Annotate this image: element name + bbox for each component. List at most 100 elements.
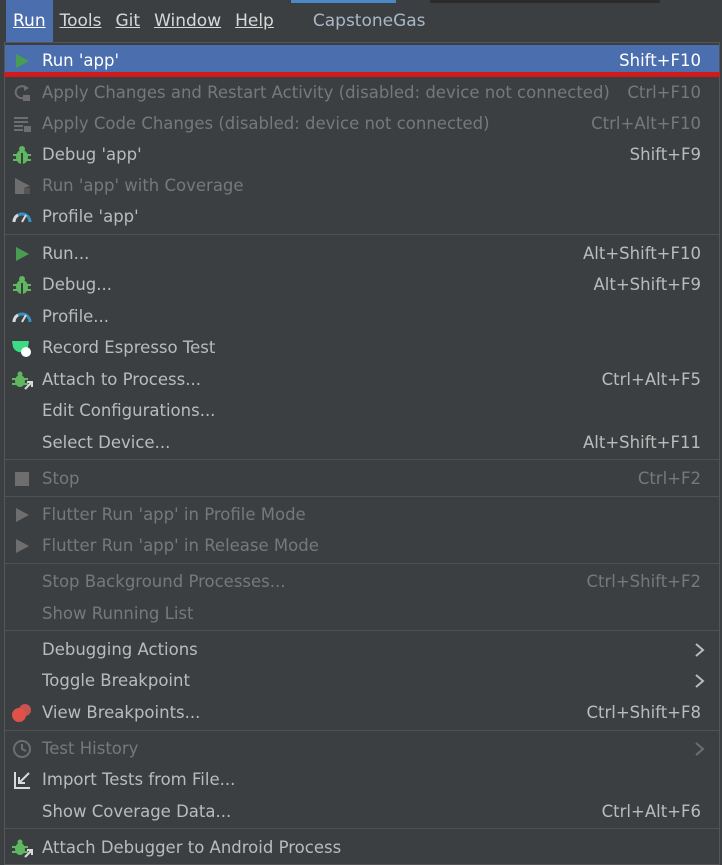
- import-tests-icon: [11, 769, 33, 791]
- menu-item-attach-to-process[interactable]: Attach to Process... Ctrl+Alt+F5: [5, 364, 719, 395]
- menu-item-label: Profile 'app': [42, 207, 139, 226]
- menu-help[interactable]: Help: [228, 0, 281, 42]
- menu-item-label: Run 'app': [42, 51, 120, 70]
- menu-item-label: Show Running List: [42, 604, 194, 623]
- chevron-right-icon: [693, 671, 707, 691]
- menu-item-profile-ellipsis[interactable]: Profile...: [5, 301, 719, 332]
- menu-item-label: Run...: [42, 244, 90, 263]
- chevron-right-icon: [693, 640, 707, 660]
- menu-item-test-history[interactable]: Test History: [5, 733, 719, 764]
- menu-item-stop-background-processes[interactable]: Stop Background Processes... Ctrl+Shift+…: [5, 566, 719, 597]
- menu-item-import-tests[interactable]: Import Tests from File...: [5, 764, 719, 795]
- menu-item-show-running-list[interactable]: Show Running List: [5, 598, 719, 629]
- menu-bar: Run Tools Git Window Help CapstoneGas: [0, 0, 722, 42]
- menu-item-label: Stop: [42, 469, 80, 488]
- menu-tools[interactable]: Tools: [53, 0, 109, 42]
- menu-item-apply-code-changes[interactable]: Apply Code Changes (disabled: device not…: [5, 108, 719, 139]
- menu-item-label: Import Tests from File...: [42, 770, 236, 789]
- run-dropdown-menu: Run 'app' Shift+F10 Apply Changes and Re…: [4, 42, 720, 865]
- attach-debugger-icon: [11, 837, 33, 859]
- menu-item-show-coverage-data[interactable]: Show Coverage Data... Ctrl+Alt+F6: [5, 796, 719, 827]
- separator: [5, 563, 719, 564]
- coverage-icon: [11, 175, 33, 197]
- shortcut: Shift+F9: [629, 145, 701, 164]
- menu-item-debug-app[interactable]: Debug 'app' Shift+F9: [5, 139, 719, 170]
- project-name: CapstoneGas: [290, 0, 448, 42]
- annotation-underline: [4, 72, 720, 77]
- menu-item-debug-ellipsis[interactable]: Debug... Alt+Shift+F9: [5, 269, 719, 300]
- title-strip: [430, 0, 660, 3]
- shortcut: Ctrl+F10: [627, 83, 701, 102]
- menu-item-view-breakpoints[interactable]: View Breakpoints... Ctrl+Shift+F8: [5, 697, 719, 728]
- menu-window-label: Window: [154, 11, 222, 31]
- menu-item-flutter-run-release[interactable]: Flutter Run 'app' in Release Mode: [5, 530, 719, 561]
- breakpoints-icon: [11, 702, 33, 724]
- menu-item-label: Debug 'app': [42, 145, 142, 164]
- shortcut: Alt+Shift+F10: [583, 244, 701, 263]
- menu-item-label: Attach to Process...: [42, 370, 201, 389]
- menu-item-select-device[interactable]: Select Device... Alt+Shift+F11: [5, 427, 719, 458]
- menu-window[interactable]: Window: [147, 0, 228, 42]
- menu-item-label: Debugging Actions: [42, 640, 198, 659]
- menu-git-label: Git: [115, 11, 141, 31]
- run-icon: [11, 50, 33, 72]
- menu-item-label: Edit Configurations...: [42, 401, 216, 420]
- separator: [5, 234, 719, 235]
- shortcut: Ctrl+Shift+F2: [586, 572, 701, 591]
- menu-item-profile-app[interactable]: Profile 'app': [5, 201, 719, 232]
- menu-run[interactable]: Run: [6, 0, 53, 42]
- debug-icon: [11, 274, 33, 296]
- stop-icon: [11, 468, 33, 490]
- menu-git[interactable]: Git: [109, 0, 148, 42]
- menu-run-label: Run: [13, 11, 46, 31]
- menu-item-label: Run 'app' with Coverage: [42, 176, 244, 195]
- shortcut: Alt+Shift+F9: [593, 275, 701, 294]
- chevron-right-icon: [693, 739, 707, 759]
- profile-icon: [11, 206, 33, 228]
- menu-item-label: Attach Debugger to Android Process: [42, 838, 342, 857]
- shortcut: Shift+F10: [619, 51, 701, 70]
- menu-item-debugging-actions[interactable]: Debugging Actions: [5, 634, 719, 665]
- apply-changes-icon: [11, 82, 33, 104]
- run-icon: [11, 243, 33, 265]
- menu-item-label: Select Device...: [42, 433, 171, 452]
- separator: [5, 459, 719, 460]
- menu-item-label: Stop Background Processes...: [42, 572, 286, 591]
- menu-help-label: Help: [235, 11, 274, 31]
- menu-item-apply-changes-restart[interactable]: Apply Changes and Restart Activity (disa…: [5, 77, 719, 108]
- shortcut: Ctrl+F2: [637, 469, 701, 488]
- clock-icon: [11, 738, 33, 760]
- menu-item-flutter-run-profile[interactable]: Flutter Run 'app' in Profile Mode: [5, 499, 719, 530]
- menu-item-label: Show Coverage Data...: [42, 802, 232, 821]
- menu-item-label: Apply Code Changes (disabled: device not…: [42, 114, 490, 133]
- menu-item-run-ellipsis[interactable]: Run... Alt+Shift+F10: [5, 238, 719, 269]
- shortcut: Ctrl+Shift+F8: [586, 703, 701, 722]
- menu-item-label: Profile...: [42, 307, 110, 326]
- run-icon: [11, 504, 33, 526]
- shortcut: Ctrl+Alt+F5: [601, 370, 701, 389]
- menu-item-label: Flutter Run 'app' in Release Mode: [42, 536, 319, 555]
- run-icon: [11, 535, 33, 557]
- record-espresso-icon: [11, 337, 33, 359]
- profile-icon: [11, 306, 33, 328]
- menu-item-stop[interactable]: Stop Ctrl+F2: [5, 463, 719, 494]
- separator: [5, 496, 719, 497]
- menu-tools-label: Tools: [59, 11, 102, 31]
- menu-item-label: Record Espresso Test: [42, 338, 216, 357]
- menu-item-label: Apply Changes and Restart Activity (disa…: [42, 83, 610, 102]
- menu-item-label: View Breakpoints...: [42, 703, 201, 722]
- apply-code-changes-icon: [11, 113, 33, 135]
- menu-item-toggle-breakpoint[interactable]: Toggle Breakpoint: [5, 665, 719, 696]
- separator: [5, 828, 719, 829]
- shortcut: Ctrl+Alt+F6: [601, 802, 701, 821]
- menu-item-record-espresso-test[interactable]: Record Espresso Test: [5, 332, 719, 363]
- menu-item-attach-debugger-android[interactable]: Attach Debugger to Android Process: [5, 832, 719, 863]
- menu-item-label: Flutter Run 'app' in Profile Mode: [42, 505, 306, 524]
- menu-item-run-with-coverage[interactable]: Run 'app' with Coverage: [5, 170, 719, 201]
- shortcut: Alt+Shift+F11: [583, 433, 701, 452]
- separator: [5, 630, 719, 631]
- separator: [5, 730, 719, 731]
- menu-item-edit-configurations[interactable]: Edit Configurations...: [5, 395, 719, 426]
- menu-item-label: Test History: [42, 739, 139, 758]
- shortcut: Ctrl+Alt+F10: [591, 114, 701, 133]
